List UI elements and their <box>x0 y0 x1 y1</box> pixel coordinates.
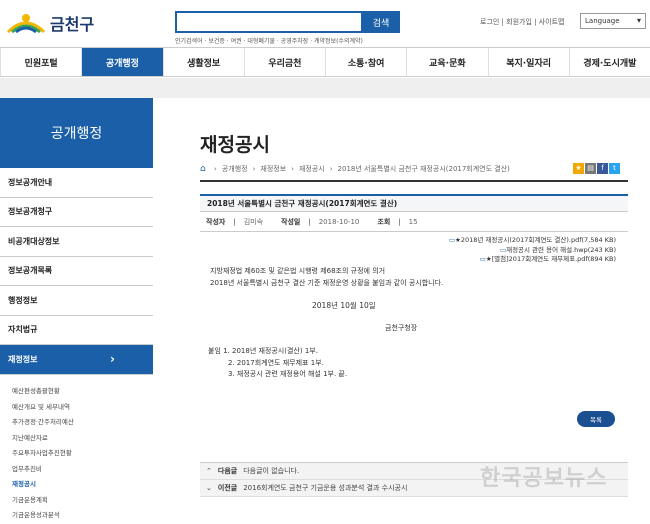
main-nav: 민원포털 공개행정 생활정보 우리금천 소통·참여 교육·문화 복지·일자리 경… <box>0 47 650 77</box>
chevron-up-icon: ⌃ <box>206 467 212 475</box>
sidebar-item[interactable]: 정보공개안내 <box>0 168 153 198</box>
submenu-item[interactable]: 지난예산자료 <box>12 431 152 447</box>
sidebar-title: 공개행정 <box>0 98 153 168</box>
breadcrumb-separator: › <box>291 165 294 173</box>
home-icon[interactable]: ⌂ <box>200 165 209 174</box>
nav-item[interactable]: 복지·일자리 <box>487 48 569 76</box>
sidebar-item[interactable]: 행정정보 <box>0 286 153 316</box>
submenu-item[interactable]: 추가경정·간주처리예산 <box>12 415 152 431</box>
submenu-item[interactable]: 기금운용성과분석 <box>12 508 152 524</box>
sun-logo-icon <box>6 14 46 34</box>
file-link[interactable]: 재정공시 관련 용어 해설.hwp(243 KB) <box>506 246 616 254</box>
views-label: 조회 <box>377 217 391 226</box>
divider <box>200 180 628 182</box>
date-label: 작성일 <box>281 217 301 226</box>
nav-item[interactable]: 교육·문화 <box>406 48 487 76</box>
meta-separator: | <box>233 217 236 226</box>
breadcrumb-item: 2018년 서울특별시 금천구 재정공시(2017회계연도 결산) <box>337 165 510 173</box>
submenu-item[interactable]: 예산개요 및 세부내역 <box>12 400 152 416</box>
nav-item[interactable]: 민원포털 <box>0 48 81 76</box>
page-title: 재정공시 <box>200 134 270 156</box>
prev-label: 이전글 <box>217 484 238 492</box>
next-label: 다음글 <box>217 467 238 475</box>
views-value: 15 <box>408 217 418 226</box>
enclosure-list: 붙임 1. 2018년 재정공시(결산) 1부. 2. 2017회계연도 재무제… <box>208 346 347 381</box>
watermark: 한국공보뉴스 <box>480 466 608 491</box>
article-title: 2018년 서울특별시 금천구 재정공시(2017회계연도 결산) <box>200 194 628 212</box>
file-link[interactable]: ★[별첨]2017회계연도 재무제표.pdf(894 KB) <box>486 255 616 263</box>
submenu-item[interactable]: 주요투자사업추진현황 <box>12 446 152 462</box>
sign-date: 2018년 10월 10일 <box>312 301 376 310</box>
sidebar-submenu: 예산편성총괄현황 예산개요 및 세부내역 추가경정·간주처리예산 지난예산자료 … <box>12 384 152 524</box>
breadcrumb-item[interactable]: 재정공시 <box>299 164 325 174</box>
nav-item[interactable]: 경제·도시개발 <box>568 48 650 76</box>
author-value: 김미숙 <box>243 217 264 226</box>
attachment-file[interactable]: ▭재정공시 관련 용어 해설.hwp(243 KB) <box>420 246 616 256</box>
enclosure-item: 2. 2017회계연도 재무제표 1부. <box>228 358 324 367</box>
prev-link[interactable]: 2016회계연도 금천구 기금운용 성과분석 결과 수시공시 <box>243 483 407 493</box>
sidebar-item[interactable]: 정보공개청구 <box>0 198 153 227</box>
language-select[interactable]: Language <box>580 13 646 29</box>
breadcrumb-separator: › <box>329 165 333 173</box>
article-body: 지방재정법 제60조 및 같은법 시행령 제68조의 규정에 의거 2018년 … <box>210 265 610 289</box>
bookmark-star-icon[interactable]: ★ <box>573 163 584 174</box>
submenu-item[interactable]: 업무추진비 <box>12 462 152 478</box>
site-logo[interactable]: 금천구 <box>6 8 126 38</box>
sidebar-item[interactable]: 정보공개목록 <box>0 257 153 286</box>
nav-item[interactable]: 생활정보 <box>162 48 244 76</box>
breadcrumb-separator: › <box>214 165 217 173</box>
chevron-down-icon: ⌄ <box>206 484 212 492</box>
attachment-file[interactable]: ▭★2018년 재정공시(2017회계연도 결산).pdf(7,584 KB) <box>420 236 616 246</box>
nav-item[interactable]: 소통·참여 <box>325 48 406 76</box>
meta-separator: | <box>398 217 401 226</box>
enclosure-item: 3. 재정공시 관련 재정용어 해설 1부. 끝. <box>228 370 348 378</box>
submenu-item-active[interactable]: 재정공시 <box>12 477 152 493</box>
breadcrumb-item[interactable]: 공개행정 <box>222 164 248 174</box>
date-value: 2018-10-10 <box>318 217 360 226</box>
top-links[interactable]: 로그인 | 회원가입 | 사이트맵 <box>480 17 564 27</box>
file-link[interactable]: ★2018년 재정공시(2017회계연도 결산).pdf(7,584 KB) <box>455 236 616 244</box>
attachment-file[interactable]: ▭★[별첨]2017회계연도 재무제표.pdf(894 KB) <box>420 255 616 265</box>
sidebar-item-finance[interactable]: 재정정보 › <box>0 345 153 375</box>
nav-item-active[interactable]: 공개행정 <box>81 48 163 76</box>
breadcrumb: ⌂ › 공개행정 › 재정정보 › 재정공시 › 2018년 서울특별시 금천구… <box>200 164 510 174</box>
sidebar-item[interactable]: 비공개대상정보 <box>0 227 153 257</box>
body-line: 2018년 서울특별시 금천구 결산 기준 재정운영 상황을 붙임과 같이 공시… <box>210 279 444 287</box>
submenu-item[interactable]: 기금운용계획 <box>12 493 152 509</box>
body-line: 지방재정법 제60조 및 같은법 시행령 제68조의 규정에 의거 <box>210 267 386 275</box>
logo-text: 금천구 <box>50 15 95 34</box>
sidebar-item-label: 재정정보 <box>8 354 38 364</box>
signing-org: 금천구청장 <box>385 324 418 332</box>
twitter-icon[interactable]: t <box>609 163 620 174</box>
submenu-item[interactable]: 예산편성총괄현황 <box>12 384 152 400</box>
sub-banner <box>0 78 650 98</box>
attachment-list: ▭★2018년 재정공시(2017회계연도 결산).pdf(7,584 KB) … <box>420 236 616 265</box>
breadcrumb-item[interactable]: 재정정보 <box>260 164 286 174</box>
chevron-right-icon: › <box>110 352 115 367</box>
breadcrumb-separator: › <box>252 165 256 173</box>
nav-item[interactable]: 우리금천 <box>243 48 325 76</box>
article-meta: 작성자 | 김미숙 작성일 | 2018-10-10 조회 | 15 <box>200 212 628 232</box>
sidebar-item[interactable]: 자치법규 <box>0 316 153 345</box>
sidebar-menu: 정보공개안내 정보공개청구 비공개대상정보 정보공개목록 행정정보 자치법규 재… <box>0 168 153 375</box>
search-input[interactable] <box>175 11 363 33</box>
search-button[interactable]: 검색 <box>362 11 400 33</box>
author-label: 작성자 <box>206 217 226 226</box>
enclosure-item: 붙임 1. 2018년 재정공시(결산) 1부. <box>208 347 318 355</box>
print-icon[interactable]: ▤ <box>585 163 596 174</box>
share-tools: ★ ▤ f t <box>573 163 620 174</box>
popular-searches[interactable]: 인기검색어 · 보건증 · 여권 · 대형폐기물 · 공영주차장 · 계약정보(… <box>175 36 363 45</box>
list-button[interactable]: 목록 <box>577 411 615 427</box>
next-text: 다음글이 없습니다. <box>243 467 300 475</box>
facebook-icon[interactable]: f <box>597 163 608 174</box>
meta-separator: | <box>308 217 311 226</box>
